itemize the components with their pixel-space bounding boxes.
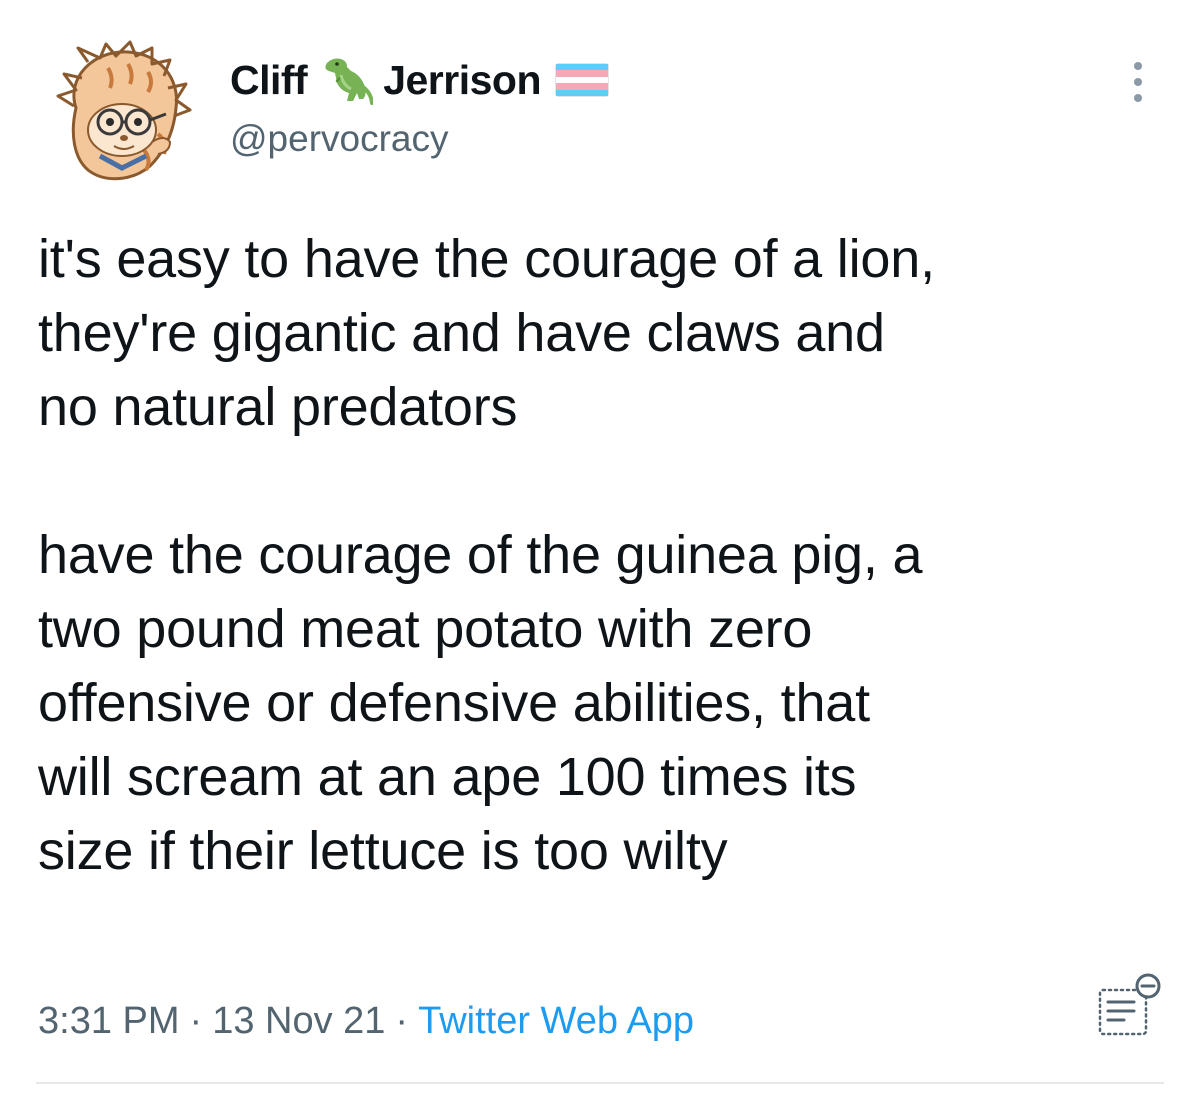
- tweet-date[interactable]: 13 Nov 21: [212, 1000, 385, 1043]
- tweet-meta: 3:31 PM · 13 Nov 21 · Twitter Web App: [38, 1000, 694, 1043]
- vertical-ellipsis-icon: [1134, 62, 1142, 102]
- author-name[interactable]: Cliff Jerrison: [230, 50, 610, 110]
- transgender-flag-icon: [555, 63, 610, 97]
- t-rex-icon: [317, 53, 375, 107]
- tweet-time[interactable]: 3:31 PM: [38, 1000, 180, 1043]
- avatar[interactable]: [48, 38, 198, 188]
- tweet-analytics-button[interactable]: [1094, 968, 1166, 1040]
- guinea-pig-avatar-icon: [56, 40, 192, 181]
- meta-separator: ·: [189, 1000, 203, 1042]
- tweet-header: Cliff Jerrison @pervocracy: [230, 50, 610, 160]
- author-handle[interactable]: @pervocracy: [230, 118, 609, 160]
- tweet-analytics-icon: [1098, 973, 1161, 1036]
- more-options-button[interactable]: [1126, 60, 1150, 104]
- author-name-last[interactable]: Jerrison: [383, 57, 541, 104]
- divider: [36, 1082, 1164, 1084]
- tweet-text: it's easy to have the courage of a lion,…: [38, 229, 935, 881]
- tweet: Cliff Jerrison @pervocracy it's easy to …: [0, 0, 1200, 1096]
- author-name-first[interactable]: Cliff: [230, 57, 308, 104]
- tweet-source-link[interactable]: Twitter Web App: [418, 1000, 694, 1043]
- meta-separator: ·: [395, 1000, 409, 1042]
